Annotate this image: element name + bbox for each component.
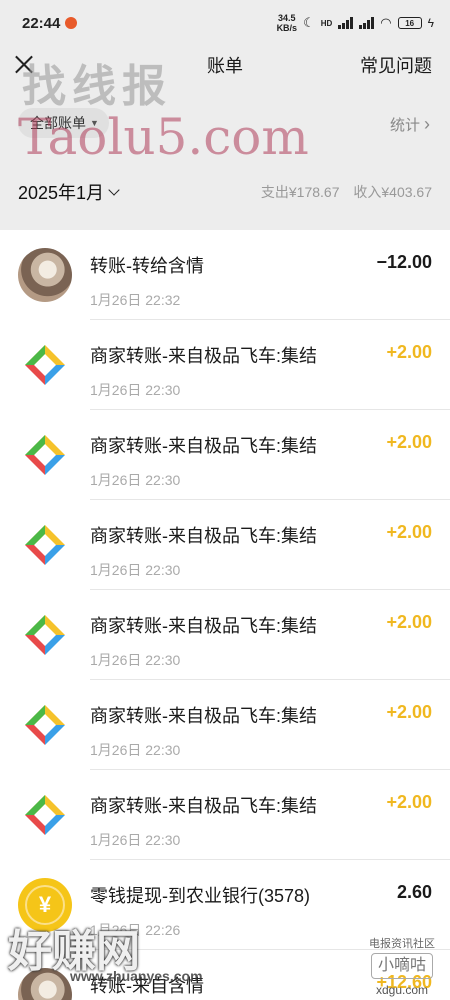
transaction-row[interactable]: 转账-来自含情 +12.60 xyxy=(0,950,450,1000)
transaction-amount: +2.00 xyxy=(386,432,432,452)
month-bar: 2025年1月 支出¥178.67 收入¥403.67 xyxy=(0,154,450,230)
charging-icon: ϟ xyxy=(427,16,434,30)
transaction-amount: +2.00 xyxy=(386,612,432,632)
transaction-row[interactable]: ¥ 零钱提现-到农业银行(3578) 1月26日 22:26 2.60 xyxy=(0,860,450,950)
close-icon[interactable] xyxy=(14,54,34,74)
network-type-label: HD xyxy=(320,18,333,28)
transaction-description: 商家转账-来自极品飞车:集结 xyxy=(90,436,317,456)
transaction-description: 商家转账-来自极品飞车:集结 xyxy=(90,616,317,636)
stats-link[interactable]: 统计 › xyxy=(390,114,430,135)
transaction-amount: −12.00 xyxy=(376,252,432,272)
transaction-row[interactable]: 商家转账-来自极品飞车:集结 1月26日 22:30 +2.00 xyxy=(0,590,450,680)
transaction-row[interactable]: 商家转账-来自极品飞车:集结 1月26日 22:30 +2.00 xyxy=(0,770,450,860)
transaction-time: 1月26日 22:30 xyxy=(90,652,181,668)
transaction-description: 商家转账-来自极品飞车:集结 xyxy=(90,796,317,816)
network-speed: 34.5 KB/s xyxy=(277,13,298,33)
user-avatar xyxy=(18,968,72,1000)
status-time: 22:44 xyxy=(22,14,61,32)
caret-down-icon: ▼ xyxy=(90,118,99,128)
transaction-row[interactable]: 商家转账-来自极品飞车:集结 1月26日 22:30 +2.00 xyxy=(0,500,450,590)
network-speed-value: 34.5 xyxy=(278,13,296,23)
transaction-time: 1月26日 22:30 xyxy=(90,382,181,398)
moon-icon: ☾ xyxy=(303,15,315,30)
transaction-description: 商家转账-来自极品飞车:集结 xyxy=(90,526,317,546)
app-notification-icon xyxy=(65,17,78,29)
battery-icon: 16 xyxy=(397,17,422,29)
bill-filter-button[interactable]: 全部账单 ▼ xyxy=(18,108,109,138)
transaction-description: 商家转账-来自极品飞车:集结 xyxy=(90,706,317,726)
transaction-description: 转账-转给含情 xyxy=(90,256,204,276)
chevron-down-icon xyxy=(108,183,120,196)
signal-icon xyxy=(338,17,354,29)
transaction-time: 1月26日 22:26 xyxy=(90,922,181,938)
status-icons: 34.5 KB/s ☾ HD ◠ 16 ϟ xyxy=(277,13,434,33)
merchant-transfer-icon xyxy=(18,338,72,392)
transaction-time: 1月26日 22:30 xyxy=(90,562,181,578)
transaction-description: 转账-来自含情 xyxy=(90,976,204,996)
merchant-transfer-icon xyxy=(18,518,72,572)
month-selector[interactable]: 2025年1月 xyxy=(18,179,120,205)
transaction-amount: +2.00 xyxy=(386,702,432,722)
income-total: 收入¥403.67 xyxy=(353,184,432,200)
transaction-time: 1月26日 22:30 xyxy=(90,832,181,848)
network-speed-unit: KB/s xyxy=(276,23,298,33)
transaction-row[interactable]: 转账-转给含情 1月26日 22:32 −12.00 xyxy=(0,230,450,320)
transaction-amount: +12.60 xyxy=(376,972,432,992)
transaction-amount: +2.00 xyxy=(386,522,432,542)
transaction-row[interactable]: 商家转账-来自极品飞车:集结 1月26日 22:30 +2.00 xyxy=(0,410,450,500)
transaction-time: 1月26日 22:30 xyxy=(90,742,181,758)
filter-bar: 全部账单 ▼ 统计 › xyxy=(0,84,450,154)
transaction-description: 商家转账-来自极品飞车:集结 xyxy=(90,346,317,366)
wifi-icon: ◠ xyxy=(380,15,392,30)
transaction-time: 1月26日 22:32 xyxy=(90,292,181,308)
merchant-transfer-icon xyxy=(18,698,72,752)
status-bar: 22:44 34.5 KB/s ☾ HD ◠ 16 ϟ xyxy=(0,0,450,46)
merchant-transfer-icon xyxy=(18,608,72,662)
merchant-transfer-icon xyxy=(18,788,72,842)
month-label: 2025年1月 xyxy=(18,183,105,203)
transaction-time: 1月26日 22:30 xyxy=(90,472,181,488)
signal-icon-2 xyxy=(359,17,375,29)
transaction-amount: +2.00 xyxy=(386,792,432,812)
faq-link[interactable]: 常见问题 xyxy=(360,52,432,78)
transaction-amount: +2.00 xyxy=(386,342,432,362)
bill-filter-label: 全部账单 xyxy=(30,115,86,131)
merchant-transfer-icon xyxy=(18,428,72,482)
yen-coin-icon: ¥ xyxy=(18,878,72,932)
transaction-row[interactable]: 商家转账-来自极品飞车:集结 1月26日 22:30 +2.00 xyxy=(0,320,450,410)
transaction-row[interactable]: 商家转账-来自极品飞车:集结 1月26日 22:30 +2.00 xyxy=(0,680,450,770)
stats-label: 统计 xyxy=(389,117,420,134)
transaction-amount: 2.60 xyxy=(396,882,432,902)
battery-level: 16 xyxy=(405,18,415,28)
month-summary: 支出¥178.67 收入¥403.67 xyxy=(261,182,432,202)
expense-total: 支出¥178.67 xyxy=(260,184,340,200)
header: 账单 常见问题 xyxy=(0,46,450,84)
chevron-right-icon: › xyxy=(424,114,430,134)
transaction-list: 转账-转给含情 1月26日 22:32 −12.00 商家转账-来自极品飞车:集结 1月… xyxy=(0,230,450,1000)
transaction-description: 零钱提现-到农业银行(3578) xyxy=(90,886,311,906)
user-avatar xyxy=(18,248,72,302)
